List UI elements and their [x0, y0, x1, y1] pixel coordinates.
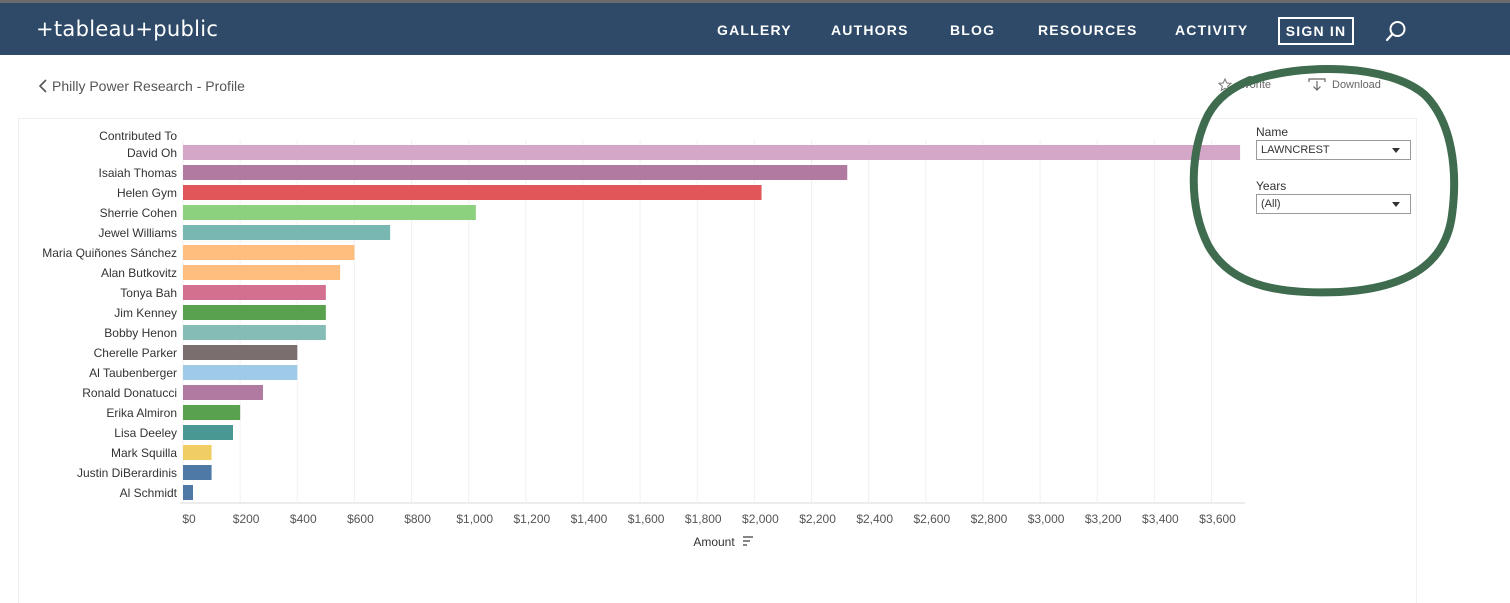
name-filter-value: LAWNCREST — [1261, 144, 1330, 156]
category-label: Jim Kenney — [114, 306, 177, 320]
category-label: Mark Squilla — [111, 446, 177, 460]
x-tick-label: $1,200 — [513, 512, 550, 526]
x-axis-label: Amount — [693, 535, 735, 549]
category-label: David Oh — [127, 146, 177, 160]
category-label: Sherrie Cohen — [100, 206, 177, 220]
bar[interactable] — [183, 165, 848, 180]
category-label: Bobby Henon — [104, 326, 177, 340]
x-tick-label: $1,800 — [685, 512, 722, 526]
category-label: Al Taubenberger — [89, 366, 177, 380]
x-tick-label: $1,400 — [571, 512, 608, 526]
x-tick-label: $600 — [347, 512, 374, 526]
category-label: Erika Almiron — [106, 406, 177, 420]
bar[interactable] — [183, 225, 391, 240]
bar[interactable] — [183, 445, 212, 460]
bar[interactable] — [183, 345, 298, 360]
bar[interactable] — [183, 245, 355, 260]
x-tick-label: $2,400 — [856, 512, 893, 526]
name-filter-title: Name — [1256, 125, 1289, 139]
x-tick-label: $1,600 — [628, 512, 665, 526]
dropdown-arrow-icon — [1392, 147, 1400, 153]
bar[interactable] — [183, 185, 762, 200]
x-tick-label: $2,200 — [799, 512, 836, 526]
bar[interactable] — [183, 465, 212, 480]
sort-icon[interactable] — [743, 536, 753, 546]
x-tick-label: $3,600 — [1199, 512, 1236, 526]
dropdown-arrow-icon — [1392, 201, 1400, 207]
x-tick-label: $0 — [182, 512, 196, 526]
x-tick-label: $2,800 — [971, 512, 1008, 526]
x-tick-label: $2,000 — [742, 512, 779, 526]
bar[interactable] — [183, 305, 326, 320]
bar[interactable] — [183, 285, 326, 300]
bar[interactable] — [183, 145, 1241, 160]
category-label: Alan Butkovitz — [101, 266, 177, 280]
category-label: Lisa Deeley — [114, 426, 177, 440]
category-label: Helen Gym — [117, 186, 177, 200]
category-label: Jewel Williams — [98, 226, 177, 240]
bar[interactable] — [183, 325, 326, 340]
category-label: Cherelle Parker — [94, 346, 177, 360]
x-tick-label: $2,600 — [913, 512, 950, 526]
years-filter-title: Years — [1256, 179, 1287, 193]
bar[interactable] — [183, 425, 233, 440]
bar[interactable] — [183, 385, 263, 400]
category-label: Maria Quiñones Sánchez — [42, 246, 177, 260]
category-label: Isaiah Thomas — [99, 166, 178, 180]
x-tick-label: $800 — [404, 512, 431, 526]
category-label: Justin DiBerardinis — [77, 466, 177, 480]
x-tick-label: $3,200 — [1085, 512, 1122, 526]
bar[interactable] — [183, 265, 341, 280]
x-axis-ticks: $0 $200 $400 $600 $800 $1,000 $1,200 $1,400 $1,6… — [182, 512, 1236, 526]
bar[interactable] — [183, 485, 193, 500]
category-label: Tonya Bah — [120, 286, 177, 300]
category-label: Al Schmidt — [120, 486, 178, 500]
years-filter-value: (All) — [1261, 198, 1281, 210]
bar[interactable] — [183, 205, 476, 220]
x-tick-label: $3,400 — [1142, 512, 1179, 526]
category-labels: David Oh Isaiah Thomas Helen Gym Sherrie Co… — [42, 146, 177, 500]
category-label: Ronald Donatucci — [82, 386, 177, 400]
x-tick-label: $3,000 — [1028, 512, 1065, 526]
x-tick-label: $1,000 — [456, 512, 493, 526]
name-filter-dropdown[interactable]: LAWNCREST — [1256, 140, 1411, 160]
x-tick-label: $200 — [233, 512, 260, 526]
bar[interactable] — [183, 405, 241, 420]
bars — [183, 145, 1241, 500]
x-tick-label: $400 — [290, 512, 317, 526]
years-filter-dropdown[interactable]: (All) — [1256, 194, 1411, 214]
contributions-bar-chart: Contributed To David Oh Isaiah Thomas Hele… — [42, 129, 1245, 549]
category-header: Contributed To — [99, 129, 177, 143]
bar[interactable] — [183, 365, 298, 380]
